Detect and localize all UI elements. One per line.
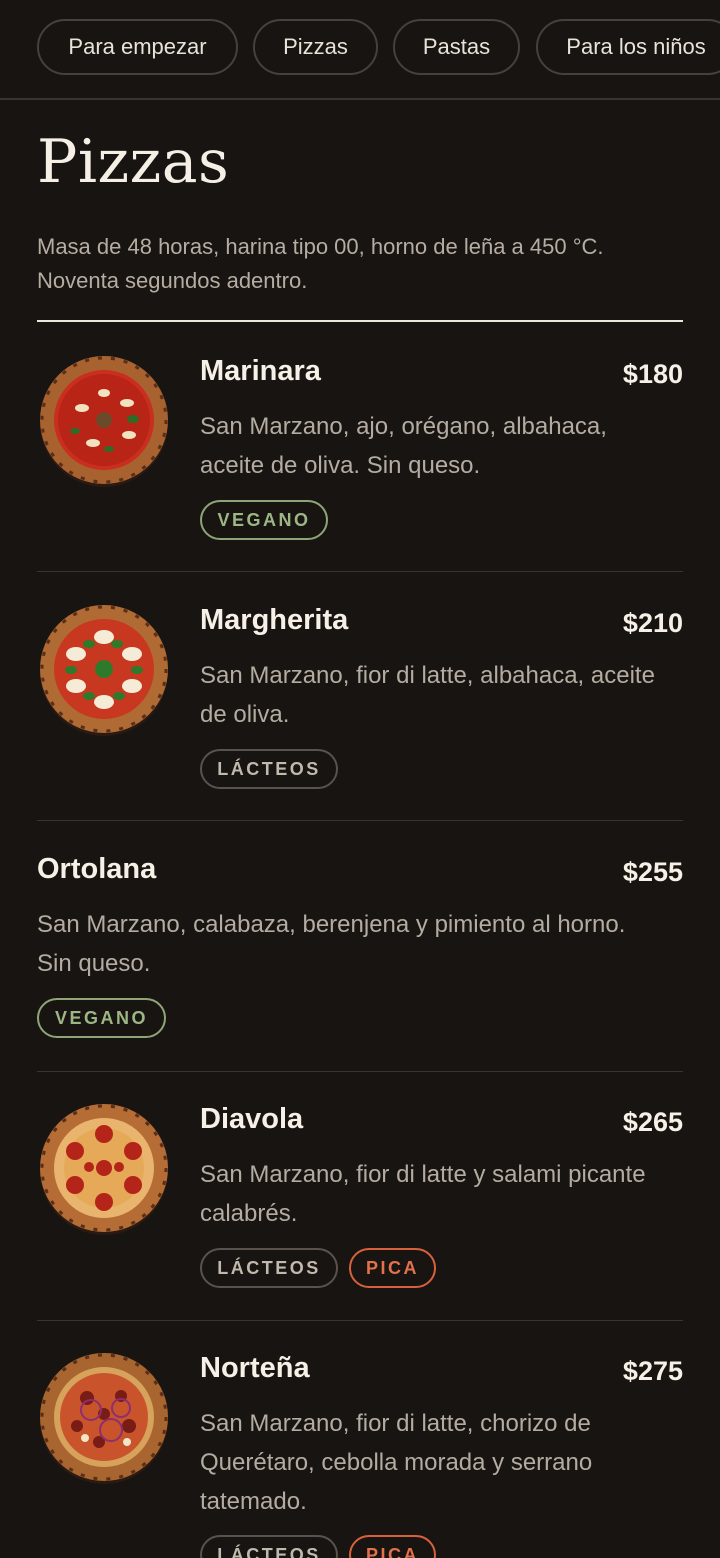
item-price: $255 [622, 857, 683, 887]
item-description: San Marzano, fior di latte, albahaca, ac… [200, 656, 655, 734]
item-price: $180 [622, 359, 683, 389]
tag-lacteos: LÁCTEOS [200, 1248, 338, 1288]
tag-vegano: VEGANO [200, 500, 328, 540]
tag-pica: PICA [349, 1535, 436, 1558]
item-divider [37, 571, 683, 572]
description-line: Querétaro, cebolla morada y serrano [200, 1449, 593, 1476]
item-divider [37, 820, 683, 821]
description-line: San Marzano, calabaza, berenjena y pimie… [37, 911, 626, 938]
item-name: Margherita [200, 604, 349, 636]
item-price: $275 [622, 1356, 683, 1386]
section-subtitle: Masa de 48 horas, harina tipo 00, horno … [37, 230, 683, 298]
pizza-marinara-image [37, 353, 171, 487]
description-line: San Marzano, fior di latte, chorizo de [200, 1410, 591, 1437]
description-line: calabrés. [200, 1200, 298, 1227]
item-price: $210 [622, 608, 683, 638]
description-line: San Marzano, ajo, orégano, albahaca, [200, 413, 607, 440]
description-line: tatemado. [200, 1488, 307, 1515]
section-divider [37, 320, 683, 322]
tag-lacteos: LÁCTEOS [200, 749, 338, 789]
item-name: Marinara [200, 355, 321, 387]
description-line: de oliva. [200, 701, 290, 728]
item-description: San Marzano, fior di latte, chorizo de Q… [200, 1404, 592, 1521]
item-name: Diavola [200, 1103, 304, 1135]
item-name: Ortolana [37, 853, 157, 885]
tab-pastas[interactable]: Pastas [393, 19, 520, 75]
tab-para-empezar[interactable]: Para empezar [37, 19, 238, 75]
tab-pizzas[interactable]: Pizzas [253, 19, 378, 75]
pizza-diavola-image [37, 1101, 171, 1235]
tab-para-los-ninos[interactable]: Para los niños [536, 19, 720, 75]
item-price: $265 [622, 1107, 683, 1137]
item-name: Norteña [200, 1352, 310, 1384]
description-line: Sin queso. [37, 950, 151, 977]
pizza-nortena-image [37, 1350, 171, 1484]
tag-pica: PICA [349, 1248, 436, 1288]
item-description: San Marzano, fior di latte y salami pica… [200, 1155, 646, 1233]
tag-vegano: VEGANO [37, 998, 166, 1038]
item-divider [37, 1320, 683, 1321]
tag-lacteos: LÁCTEOS [200, 1535, 338, 1558]
section-title: Pizzas [37, 127, 230, 197]
description-line: San Marzano, fior di latte, albahaca, ac… [200, 662, 655, 689]
pizza-margherita-image [37, 602, 171, 736]
subtitle-line: Noventa segundos adentro. [37, 268, 308, 293]
item-description: San Marzano, ajo, orégano, albahaca, ace… [200, 407, 607, 485]
item-divider [37, 1071, 683, 1072]
description-line: San Marzano, fior di latte y salami pica… [200, 1161, 646, 1188]
category-tabs: Para empezar Pizzas Pastas Para los niño… [0, 0, 720, 100]
subtitle-line: Masa de 48 horas, harina tipo 00, horno … [37, 234, 604, 259]
description-line: aceite de oliva. Sin queso. [200, 452, 481, 479]
item-description: San Marzano, calabaza, berenjena y pimie… [37, 905, 625, 983]
